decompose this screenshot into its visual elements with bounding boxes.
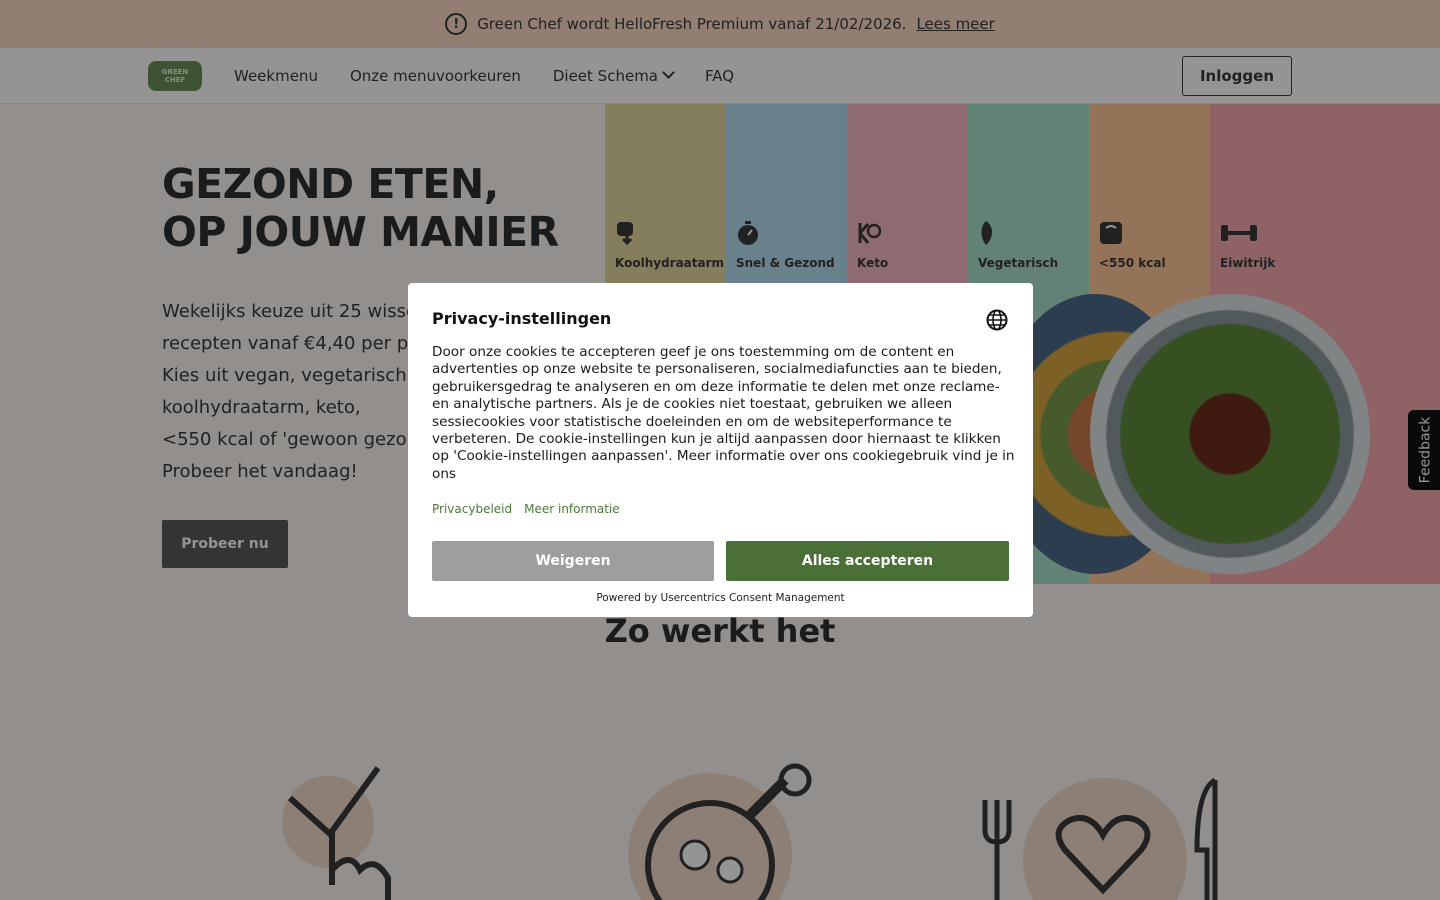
dialog-title: Privacy-instellingen <box>432 309 612 328</box>
language-globe-icon[interactable] <box>986 309 1008 331</box>
more-info-link[interactable]: Meer informatie <box>524 502 620 516</box>
cookie-consent-dialog: Privacy-instellingen Door onze cookies t… <box>408 283 1033 617</box>
consent-description: Door onze cookies te accepteren geef je … <box>432 344 1015 482</box>
accept-all-button[interactable]: Alles accepteren <box>726 541 1009 581</box>
consent-links: Privacybeleid Meer informatie <box>432 502 620 516</box>
deny-button[interactable]: Weigeren <box>432 541 714 581</box>
privacy-policy-link[interactable]: Privacybeleid <box>432 502 512 516</box>
powered-by-text: Powered by Usercentrics Consent Manageme… <box>596 592 845 604</box>
